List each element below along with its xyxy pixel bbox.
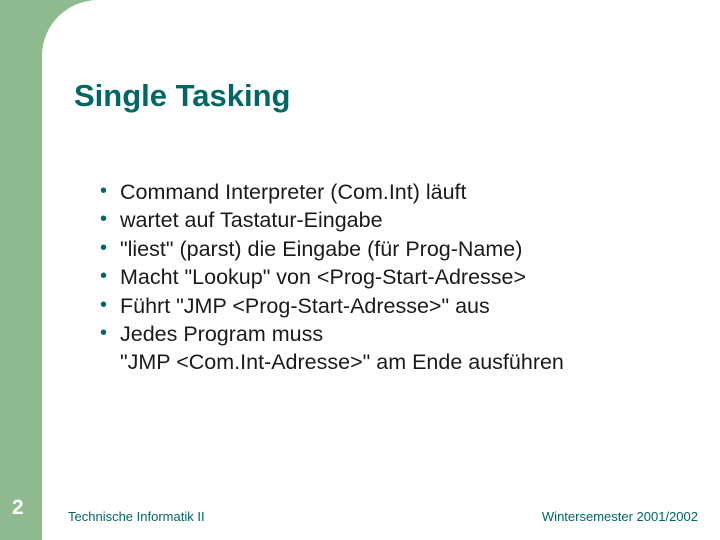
slide-footer: 2 Technische Informatik II Wintersemeste… xyxy=(0,498,720,526)
bullet-text: Macht "Lookup" von <Prog-Start-Adresse> xyxy=(120,265,526,289)
bullet-text: Führt "JMP <Prog-Start-Adresse>" aus xyxy=(120,294,490,318)
bullet-text-continuation: "JMP <Com.Int-Adresse>" am Ende ausführe… xyxy=(120,348,680,376)
slide-body: Single Tasking Command Interpreter (Com.… xyxy=(42,0,720,540)
list-item: Jedes Program muss "JMP <Com.Int-Adresse… xyxy=(100,320,680,377)
list-item: "liest" (parst) die Eingabe (für Prog-Na… xyxy=(100,235,680,263)
bullet-text: Command Interpreter (Com.Int) läuft xyxy=(120,180,467,204)
page-number: 2 xyxy=(12,496,24,520)
list-item: Führt "JMP <Prog-Start-Adresse>" aus xyxy=(100,292,680,320)
list-item: wartet auf Tastatur-Eingabe xyxy=(100,206,680,234)
footer-left-text: Technische Informatik II xyxy=(68,509,205,524)
content-area: Command Interpreter (Com.Int) läuft wart… xyxy=(42,114,720,377)
bullet-text: Jedes Program muss xyxy=(120,322,323,346)
list-item: Command Interpreter (Com.Int) läuft xyxy=(100,178,680,206)
list-item: Macht "Lookup" von <Prog-Start-Adresse> xyxy=(100,263,680,291)
bullet-text: "liest" (parst) die Eingabe (für Prog-Na… xyxy=(120,237,522,261)
slide-title: Single Tasking xyxy=(74,78,720,114)
bullet-text: wartet auf Tastatur-Eingabe xyxy=(120,208,383,232)
bullet-list: Command Interpreter (Com.Int) läuft wart… xyxy=(100,178,680,377)
title-area: Single Tasking xyxy=(42,0,720,114)
footer-right-text: Wintersemester 2001/2002 xyxy=(542,509,698,524)
